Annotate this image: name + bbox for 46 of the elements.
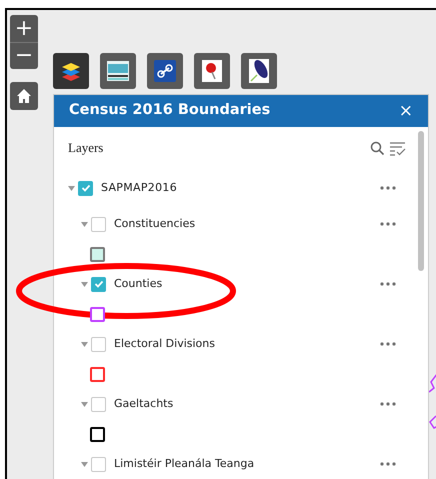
caret-icon[interactable] [81, 222, 88, 226]
search-icon[interactable] [370, 140, 385, 156]
layer-name[interactable]: Constituencies [114, 216, 196, 232]
leaf-icon [249, 59, 269, 83]
toolbar-button[interactable] [53, 53, 89, 89]
more-options-icon[interactable] [380, 462, 396, 466]
zoom-out-button[interactable]: − [10, 42, 38, 69]
panel-title: Census 2016 Boundaries [69, 101, 270, 120]
zoom-in-button[interactable]: + [10, 15, 38, 42]
more-options-icon[interactable] [380, 222, 396, 226]
layers-icon [61, 61, 81, 81]
layer-name[interactable]: Counties [114, 276, 162, 292]
checkmark-icon [94, 279, 104, 289]
chain-link-icon [154, 60, 176, 82]
toolbar-button[interactable] [241, 53, 277, 89]
checkbox[interactable] [91, 456, 106, 472]
more-options-icon[interactable] [380, 402, 396, 406]
layer-name[interactable]: SAPMAP2016 [101, 180, 177, 196]
checkbox[interactable] [91, 216, 106, 232]
more-options-icon[interactable] [380, 282, 396, 286]
layers-heading: Layers [68, 139, 104, 158]
checkbox[interactable] [91, 276, 106, 292]
caret-icon[interactable] [81, 462, 88, 466]
pushpin-icon [202, 60, 222, 82]
toolbar-button[interactable] [194, 53, 230, 89]
checkbox[interactable] [91, 396, 106, 412]
layer-name[interactable]: Electoral Divisions [114, 336, 215, 352]
filter-list-icon[interactable] [389, 140, 406, 156]
census-logo-icon [107, 61, 129, 81]
caret-icon[interactable] [81, 342, 88, 346]
checkbox[interactable] [91, 336, 106, 352]
layer-name[interactable]: Gaeltachts [114, 396, 174, 412]
scrollbar-thumb[interactable] [418, 131, 424, 271]
home-icon [16, 88, 32, 104]
home-button[interactable] [10, 82, 38, 110]
caret-icon[interactable] [81, 282, 88, 286]
toolbar-button[interactable] [100, 53, 136, 89]
toolbar-button[interactable] [147, 53, 183, 89]
caret-icon[interactable] [81, 402, 88, 406]
close-button[interactable]: × [398, 102, 413, 120]
caret-icon[interactable] [68, 186, 75, 190]
layer-name[interactable]: Limistéir Pleanála Teanga [114, 456, 254, 472]
checkbox[interactable] [78, 180, 93, 196]
checkmark-icon [80, 183, 90, 193]
more-options-icon[interactable] [380, 342, 396, 346]
more-options-icon[interactable] [380, 186, 396, 190]
